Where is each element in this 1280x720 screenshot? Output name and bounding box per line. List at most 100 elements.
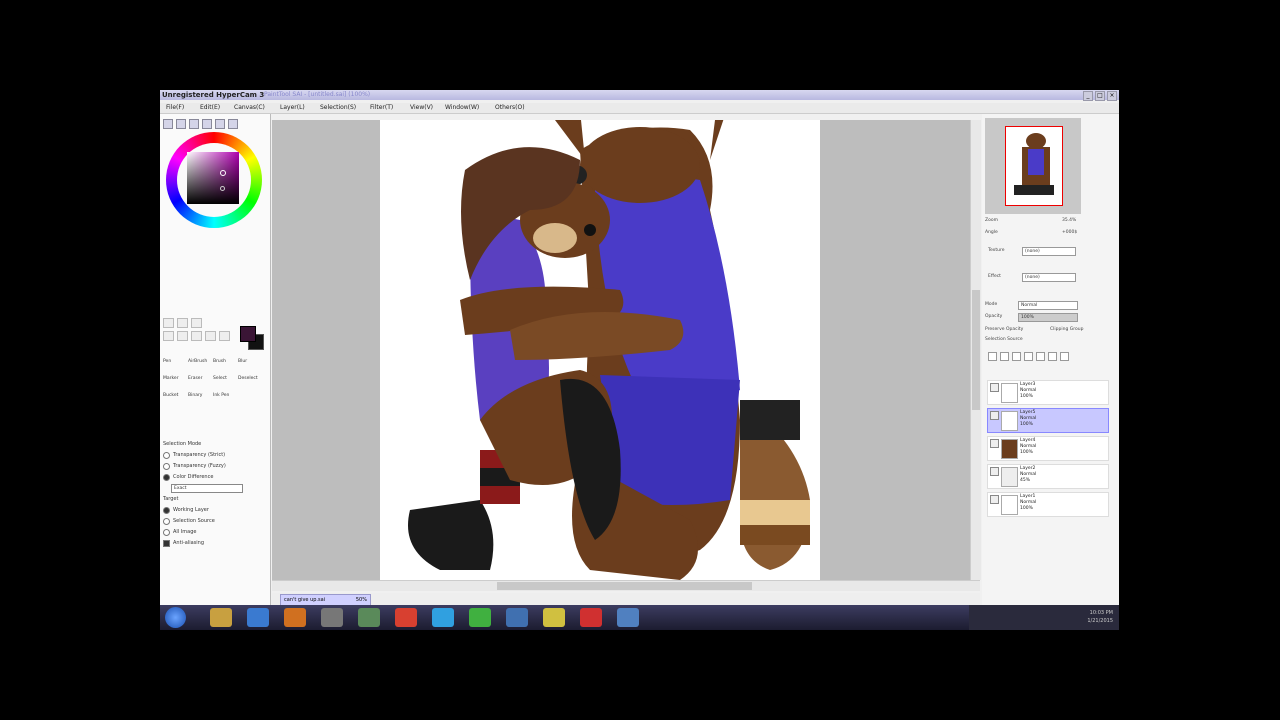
menu-layer[interactable]: Layer(L) xyxy=(280,103,305,113)
hypercam-icon[interactable] xyxy=(469,608,491,627)
chrome-icon[interactable] xyxy=(395,608,417,627)
maximize-button[interactable]: □ xyxy=(1095,91,1105,101)
visibility-eye-icon[interactable] xyxy=(990,439,999,448)
lasso-icon[interactable] xyxy=(177,318,188,328)
layer-item[interactable]: Layer4 Normal 100% xyxy=(987,436,1109,461)
color-difference-select[interactable]: Exact xyxy=(171,484,243,493)
target-selection-source[interactable]: Selection Source xyxy=(163,516,267,527)
drawing-canvas[interactable] xyxy=(380,120,820,580)
menu-edit[interactable]: Edit(E) xyxy=(200,103,220,113)
menu-filter[interactable]: Filter(T) xyxy=(370,103,393,113)
mode-transparency-strict[interactable]: Transparency (Strict) xyxy=(163,450,267,461)
clipping-group-checkbox[interactable]: Clipping Group xyxy=(1050,327,1083,332)
texture-select[interactable]: (none) xyxy=(1022,247,1076,256)
target-working-layer[interactable]: Working Layer xyxy=(163,505,267,516)
canvas-area[interactable] xyxy=(272,120,970,580)
radio-icon[interactable] xyxy=(163,452,170,459)
merge-down-icon[interactable] xyxy=(1024,352,1033,361)
zoom-icon[interactable] xyxy=(177,331,188,341)
preserve-opacity-checkbox[interactable]: Preserve Opacity xyxy=(985,327,1023,332)
new-layer-icon[interactable] xyxy=(988,352,997,361)
visibility-eye-icon[interactable] xyxy=(990,411,999,420)
menu-canvas[interactable]: Canvas(C) xyxy=(234,103,265,113)
delete-layer-icon[interactable] xyxy=(1060,352,1069,361)
layer-item[interactable]: Layer3 Normal 100% xyxy=(987,380,1109,405)
menu-file[interactable]: File(F) xyxy=(166,103,184,113)
menu-bar: File(F) Edit(E) Canvas(C) Layer(L) Selec… xyxy=(160,103,1119,114)
app3-icon[interactable] xyxy=(543,608,565,627)
mode-color-difference[interactable]: Color Difference xyxy=(163,472,267,483)
app5-icon[interactable] xyxy=(617,608,639,627)
sai-icon[interactable] xyxy=(321,608,343,627)
blend-mode-select[interactable]: Normal xyxy=(1018,301,1078,310)
effect-select[interactable]: (none) xyxy=(1022,273,1076,282)
horizontal-scroll-thumb[interactable] xyxy=(497,582,752,590)
ie-icon[interactable] xyxy=(247,608,269,627)
layer-item-selected[interactable]: Layer5 Normal 100% xyxy=(987,408,1109,433)
skype-icon[interactable] xyxy=(432,608,454,627)
vertical-scroll-thumb[interactable] xyxy=(972,290,980,410)
app-icon[interactable] xyxy=(358,608,380,627)
select-rect-icon[interactable] xyxy=(163,318,174,328)
eyedropper-icon[interactable] xyxy=(219,331,230,341)
color-mixer-icon[interactable] xyxy=(228,119,238,129)
tool-brush[interactable]: Brush xyxy=(213,359,238,364)
menu-view[interactable]: View(V) xyxy=(410,103,433,113)
anti-aliasing-checkbox[interactable]: Anti-aliasing xyxy=(163,538,267,549)
hand-icon[interactable] xyxy=(205,331,216,341)
tray-clock[interactable]: 10:03 PM 1/21/2015 xyxy=(1087,609,1113,625)
tool-blur[interactable]: Blur xyxy=(238,359,263,364)
selection-source-checkbox[interactable]: Selection Source xyxy=(985,337,1023,342)
radio-selected-icon[interactable] xyxy=(163,474,170,481)
copy-layer-icon[interactable] xyxy=(1036,352,1045,361)
tool-ink-pen[interactable]: Ink Pen xyxy=(213,393,238,398)
tool-binary[interactable]: Binary xyxy=(188,393,213,398)
color-square[interactable] xyxy=(187,152,239,204)
new-folder-icon[interactable] xyxy=(1012,352,1021,361)
menu-selection[interactable]: Selection(S) xyxy=(320,103,356,113)
target-all-image[interactable]: All Image xyxy=(163,527,267,538)
menu-window[interactable]: Window(W) xyxy=(445,103,479,113)
radio-icon[interactable] xyxy=(163,518,170,525)
tool-pen[interactable]: Pen xyxy=(163,359,188,364)
radio-selected-icon[interactable] xyxy=(163,507,170,514)
menu-others[interactable]: Others(O) xyxy=(495,103,525,113)
scratchpad-icon[interactable] xyxy=(215,119,225,129)
color-wheel-mode-icon[interactable] xyxy=(163,119,173,129)
visibility-eye-icon[interactable] xyxy=(990,467,999,476)
layer-item[interactable]: Layer2 Normal 45% xyxy=(987,464,1109,489)
tool-select[interactable]: Select xyxy=(213,376,238,381)
checkbox-icon[interactable] xyxy=(163,540,170,547)
explorer-icon[interactable] xyxy=(210,608,232,627)
vertical-scrollbar[interactable] xyxy=(970,120,981,580)
clear-layer-icon[interactable] xyxy=(1048,352,1057,361)
opacity-slider[interactable]: 100% xyxy=(1018,313,1078,322)
horizontal-scrollbar[interactable] xyxy=(272,580,980,591)
tool-marker[interactable]: Marker xyxy=(163,376,188,381)
app2-icon[interactable] xyxy=(506,608,528,627)
rgb-slider-icon[interactable] xyxy=(176,119,186,129)
swatches-icon[interactable] xyxy=(202,119,212,129)
move-icon[interactable] xyxy=(163,331,174,341)
radio-icon[interactable] xyxy=(163,463,170,470)
minimize-button[interactable]: _ xyxy=(1083,91,1093,101)
close-button[interactable]: × xyxy=(1107,91,1117,101)
hsv-slider-icon[interactable] xyxy=(189,119,199,129)
magic-wand-icon[interactable] xyxy=(191,318,202,328)
primary-color-swatch[interactable] xyxy=(240,326,256,342)
windows-start-icon[interactable] xyxy=(165,607,186,628)
tool-eraser[interactable]: Eraser xyxy=(188,376,213,381)
visibility-eye-icon[interactable] xyxy=(990,495,999,504)
media-player-icon[interactable] xyxy=(284,608,306,627)
rotate-icon[interactable] xyxy=(191,331,202,341)
visibility-eye-icon[interactable] xyxy=(990,383,999,392)
tool-airbrush[interactable]: AirBrush xyxy=(188,359,213,364)
tool-bucket[interactable]: Bucket xyxy=(163,393,188,398)
new-linework-layer-icon[interactable] xyxy=(1000,352,1009,361)
radio-icon[interactable] xyxy=(163,529,170,536)
app4-icon[interactable] xyxy=(580,608,602,627)
tool-deselect[interactable]: Deselect xyxy=(238,376,263,381)
mode-transparency-fuzzy[interactable]: Transparency (Fuzzy) xyxy=(163,461,267,472)
navigator-preview[interactable] xyxy=(985,118,1081,214)
layer-item[interactable]: Layer1 Normal 100% xyxy=(987,492,1109,517)
